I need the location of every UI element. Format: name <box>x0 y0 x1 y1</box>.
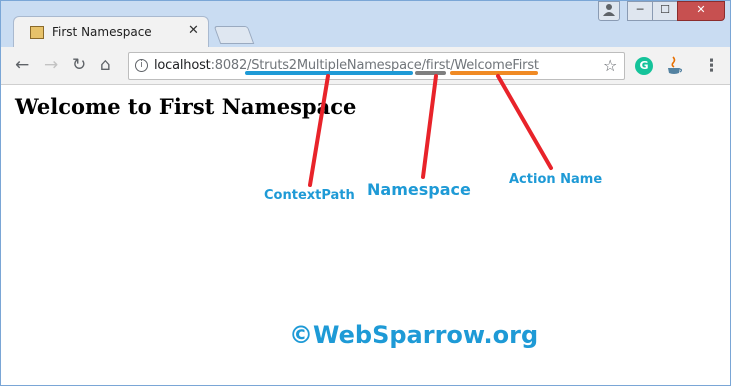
java-extension-icon[interactable] <box>666 56 683 76</box>
action-name-label: Action Name <box>509 172 603 187</box>
bookmark-star-icon[interactable]: ☆ <box>603 56 617 75</box>
page-heading: Welcome to First Namespace <box>15 94 357 119</box>
namespace-label: Namespace <box>367 180 471 199</box>
new-tab-button[interactable] <box>213 26 255 44</box>
user-icon <box>599 3 619 20</box>
back-arrow-icon[interactable]: ← <box>15 56 29 74</box>
tab-close-icon[interactable]: ✕ <box>188 23 199 38</box>
url-path: :8082/Struts2MultipleNamespace/first/Wel… <box>210 58 539 73</box>
forward-arrow-icon[interactable]: → <box>44 56 58 74</box>
home-icon[interactable]: ⌂ <box>100 56 111 74</box>
minimize-button[interactable]: ─ <box>627 1 653 21</box>
minimize-icon: ─ <box>636 3 644 16</box>
reload-icon[interactable]: ↻ <box>72 56 86 74</box>
info-icon[interactable]: i <box>135 59 148 72</box>
grammarly-extension-icon[interactable]: G <box>635 57 653 75</box>
address-bar[interactable]: i localhost:8082/Struts2MultipleNamespac… <box>128 52 625 80</box>
close-window-button[interactable]: ✕ <box>677 1 725 21</box>
namespace-pointer <box>421 74 438 179</box>
close-icon: ✕ <box>696 3 706 16</box>
user-profile-button[interactable] <box>598 1 620 21</box>
maximize-icon: ☐ <box>660 3 670 16</box>
context-path-label: ContextPath <box>264 188 355 203</box>
browser-window: First Namespace ✕ ─ ☐ ✕ ← → ↻ ⌂ i localh… <box>0 0 731 386</box>
action-name-pointer <box>496 74 553 170</box>
tab-title: First Namespace <box>52 25 152 39</box>
maximize-button[interactable]: ☐ <box>652 1 678 21</box>
watermark-text: ©WebSparrow.org <box>289 321 539 349</box>
url-text[interactable]: localhost:8082/Struts2MultipleNamespace/… <box>154 58 539 73</box>
browser-toolbar: ← → ↻ ⌂ i localhost:8082/Struts2Multiple… <box>1 47 730 85</box>
title-bar: First Namespace ✕ ─ ☐ ✕ <box>1 1 730 47</box>
context-path-pointer <box>308 74 330 187</box>
tab-first-namespace[interactable]: First Namespace ✕ <box>13 16 209 47</box>
more-menu-icon[interactable]: ⋮ <box>703 56 720 76</box>
favicon-icon <box>30 26 44 39</box>
url-host: localhost <box>154 58 211 73</box>
